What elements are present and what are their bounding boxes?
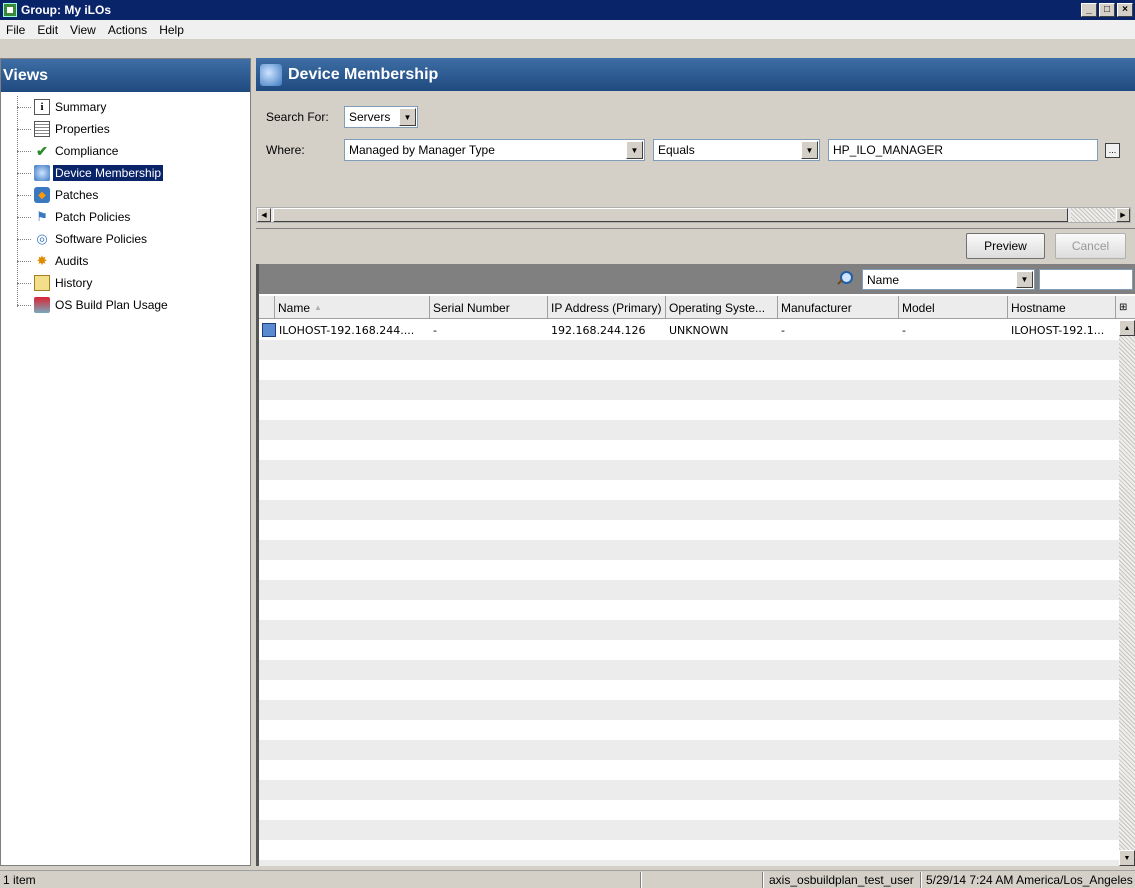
- results-filter-bar: Name ▼: [259, 264, 1135, 294]
- search-for-label: Search For:: [266, 110, 329, 124]
- os-build-plan-icon: [34, 297, 50, 313]
- views-item-patch-policies[interactable]: ⚑ Patch Policies: [1, 206, 250, 228]
- ellipsis-button[interactable]: ...: [1105, 142, 1120, 158]
- views-item-properties[interactable]: Properties: [1, 118, 250, 140]
- criteria-value-input[interactable]: HP_ILO_MANAGER: [828, 139, 1098, 161]
- menu-actions[interactable]: Actions: [102, 23, 153, 37]
- window-title: Group: My iLOs: [21, 3, 111, 17]
- views-item-software-policies[interactable]: ◎ Software Policies: [1, 228, 250, 250]
- column-header-os[interactable]: Operating Syste...: [666, 296, 778, 319]
- column-chooser-icon[interactable]: ⊞: [1116, 296, 1135, 319]
- scroll-down-icon[interactable]: ▼: [1119, 850, 1135, 866]
- close-icon[interactable]: ×: [1117, 3, 1133, 17]
- views-item-compliance[interactable]: ✔ Compliance: [1, 140, 250, 162]
- cell-model: -: [902, 323, 906, 337]
- views-item-audits[interactable]: ✸ Audits: [1, 250, 250, 272]
- status-separator: [920, 872, 922, 888]
- table-body: ILOHOST-192.168.244.... - 192.168.244.12…: [259, 320, 1119, 866]
- menu-bar: File Edit View Actions Help: [0, 20, 1135, 40]
- menu-file[interactable]: File: [0, 23, 31, 37]
- vertical-scrollbar[interactable]: ▲ ▼: [1119, 320, 1135, 866]
- minimize-icon[interactable]: _: [1081, 3, 1097, 17]
- views-item-summary[interactable]: i Summary: [1, 96, 250, 118]
- views-tree: i Summary Properties ✔ Compliance Device…: [1, 92, 250, 316]
- views-item-patches[interactable]: ◆ Patches: [1, 184, 250, 206]
- status-bar: 1 item axis_osbuildplan_test_user 5/29/1…: [0, 870, 1135, 888]
- table-row[interactable]: ILOHOST-192.168.244.... - 192.168.244.12…: [259, 320, 1119, 340]
- action-button-bar: Preview Cancel: [256, 228, 1135, 261]
- device-table: Name ▲ Serial Number IP Address (Primary…: [259, 296, 1135, 866]
- filter-text-input[interactable]: [1039, 269, 1133, 290]
- scroll-thumb[interactable]: [273, 208, 1068, 222]
- scroll-right-icon[interactable]: ▶: [1116, 208, 1130, 222]
- where-label: Where:: [266, 143, 305, 157]
- column-header-manufacturer[interactable]: Manufacturer: [778, 296, 899, 319]
- search-pane: Search For: Servers ▼ Where: Managed by …: [256, 91, 1135, 261]
- cell-manufacturer: -: [781, 323, 785, 337]
- menu-view[interactable]: View: [64, 23, 102, 37]
- status-separator: [762, 872, 764, 888]
- status-user: axis_osbuildplan_test_user: [769, 873, 914, 887]
- menu-help[interactable]: Help: [153, 23, 190, 37]
- column-header-hostname[interactable]: Hostname: [1008, 296, 1116, 319]
- properties-icon: [34, 121, 50, 137]
- compliance-icon: ✔: [36, 142, 48, 159]
- device-membership-panel: Device Membership Search For: Servers ▼ …: [256, 58, 1135, 866]
- history-icon: [34, 275, 50, 291]
- results-area: Name ▼ Name ▲ Serial Number IP Address (…: [256, 264, 1135, 866]
- chevron-down-icon: ▼: [399, 108, 416, 126]
- scroll-left-icon[interactable]: ◀: [257, 208, 271, 222]
- maximize-icon[interactable]: □: [1099, 3, 1115, 17]
- main-title: Device Membership: [288, 65, 439, 83]
- cell-serial: -: [433, 323, 437, 337]
- chevron-down-icon: ▼: [801, 141, 818, 159]
- column-header-ip[interactable]: IP Address (Primary): [548, 296, 666, 319]
- window-title-bar[interactable]: Group: My iLOs _ □ ×: [0, 0, 1135, 20]
- cancel-button[interactable]: Cancel: [1055, 233, 1126, 259]
- patch-policies-icon: ⚑: [36, 209, 48, 224]
- menu-edit[interactable]: Edit: [31, 23, 64, 37]
- preview-button[interactable]: Preview: [966, 233, 1045, 259]
- device-membership-icon: [34, 165, 50, 181]
- where-attribute-select[interactable]: Managed by Manager Type ▼: [344, 139, 645, 161]
- cell-name: ILOHOST-192.168.244....: [279, 323, 415, 337]
- search-icon[interactable]: [836, 270, 853, 286]
- filter-field-select[interactable]: Name ▼: [862, 269, 1035, 290]
- chevron-down-icon: ▼: [626, 141, 643, 159]
- column-header-blank: [259, 296, 275, 319]
- column-header-model[interactable]: Model: [899, 296, 1008, 319]
- patches-icon: ◆: [34, 187, 50, 203]
- column-header-name[interactable]: Name ▲: [275, 296, 430, 319]
- views-panel: Views i Summary Properties ✔ Compliance …: [0, 58, 251, 866]
- audits-icon: ✸: [36, 253, 48, 268]
- search-for-select[interactable]: Servers ▼: [344, 106, 418, 128]
- chevron-down-icon: ▼: [1016, 271, 1033, 288]
- status-datetime: 5/29/14 7:24 AM America/Los_Angeles: [926, 873, 1133, 887]
- views-header: Views: [1, 59, 250, 92]
- scroll-track[interactable]: [1071, 208, 1115, 222]
- views-item-os-build-plan-usage[interactable]: OS Build Plan Usage: [1, 294, 250, 316]
- main-header: Device Membership: [256, 58, 1135, 91]
- horizontal-scrollbar[interactable]: ◀ ▶: [256, 207, 1131, 223]
- software-policies-icon: ◎: [36, 231, 48, 246]
- cell-hostname: ILOHOST-192.1...: [1011, 323, 1105, 337]
- column-header-serial[interactable]: Serial Number: [430, 296, 548, 319]
- operator-select[interactable]: Equals ▼: [653, 139, 820, 161]
- device-membership-header-icon: [260, 63, 282, 86]
- scroll-up-icon[interactable]: ▲: [1119, 320, 1135, 336]
- status-item-count: 1 item: [3, 873, 36, 887]
- server-icon: [262, 323, 276, 337]
- views-item-history[interactable]: History: [1, 272, 250, 294]
- status-separator: [640, 872, 642, 888]
- views-item-device-membership[interactable]: Device Membership: [1, 162, 250, 184]
- cell-os: UNKNOWN: [669, 323, 729, 337]
- table-header: Name ▲ Serial Number IP Address (Primary…: [259, 296, 1135, 319]
- group-app-icon: [3, 3, 17, 17]
- cell-ip: 192.168.244.126: [551, 323, 646, 337]
- sort-ascending-icon: ▲: [314, 303, 322, 312]
- summary-icon: i: [34, 99, 50, 115]
